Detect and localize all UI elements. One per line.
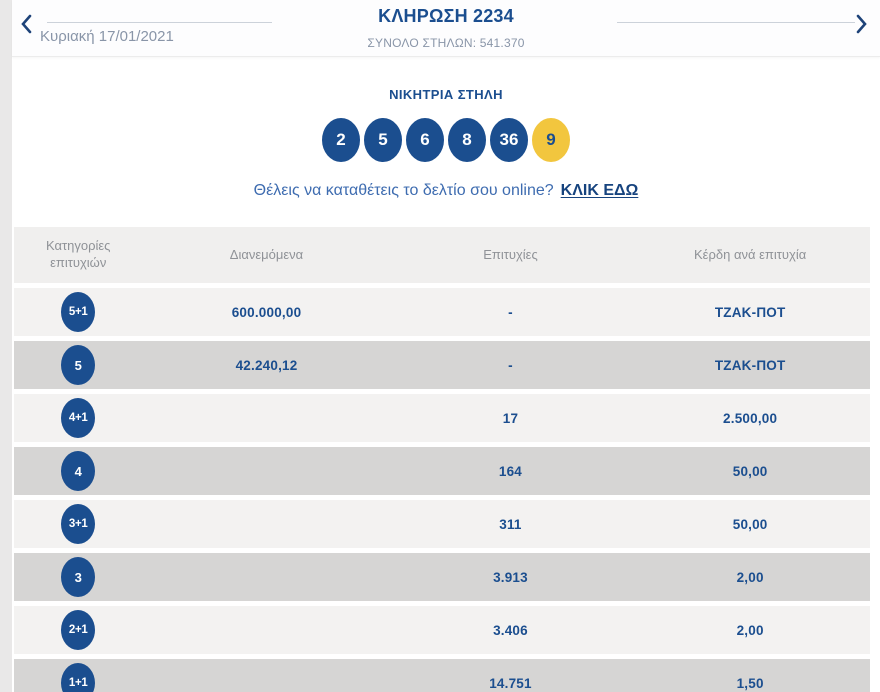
category-cell: 5+1	[14, 292, 142, 332]
category-badge: 1+1	[61, 663, 96, 692]
tzoker-draw-results-page: ΚΛΗΡΩΣΗ 2234 ΣΥΝΟΛΟ ΣΤΗΛΩΝ: 541.370 Κυρι…	[0, 0, 880, 692]
category-cell: 1+1	[14, 663, 142, 692]
winners-value: 164	[498, 463, 523, 479]
category-badge: 2+1	[61, 610, 96, 650]
category-badge: 3+1	[61, 504, 96, 544]
table-row: 2+1 3.406 2,00	[14, 606, 870, 654]
category-cell: 4	[14, 451, 142, 491]
column-header-categories: Κατηγορίες επιτυχιών	[45, 238, 111, 270]
page-left-gutter	[0, 0, 12, 692]
prize-value: 2,00	[736, 569, 764, 585]
table-row: 4+1 17 2.500,00	[14, 394, 870, 442]
category-badge: 3	[61, 557, 96, 597]
column-header-winners: Επιτυχίες	[483, 246, 538, 262]
cta-text: Θέλεις να καταθέτεις το δελτίο σου onlin…	[253, 182, 554, 199]
winners-value: 311	[499, 516, 522, 532]
table-row: 3+1 311 50,00	[14, 500, 870, 548]
table-row: 4 164 50,00	[14, 447, 870, 495]
distributed-value: 600.000,00	[231, 304, 302, 320]
winning-number-ball: 2	[322, 118, 360, 162]
category-cell: 2+1	[14, 610, 142, 650]
category-badge: 5+1	[61, 292, 96, 332]
prize-value: 2.500,00	[723, 410, 778, 426]
category-badge: 5	[61, 345, 96, 385]
winning-numbers: 2 5 6 8 36 9	[12, 118, 880, 162]
joker-number-ball: 9	[532, 118, 570, 162]
winning-number-ball: 5	[364, 118, 402, 162]
draw-title: ΚΛΗΡΩΣΗ 2234	[378, 6, 514, 26]
column-header-prize: Κέρδη ανά επιτυχία	[694, 246, 807, 262]
category-badge: 4+1	[61, 398, 96, 438]
draw-date: Κυριακή 17/01/2021	[40, 28, 174, 45]
chevron-right-icon	[856, 14, 867, 34]
category-cell: 3+1	[14, 504, 142, 544]
winners-value: 17	[502, 410, 519, 426]
cta-link[interactable]: ΚΛΙΚ ΕΔΩ	[561, 182, 639, 199]
results-table: Κατηγορίες επιτυχιών Διανεμόμενα Επιτυχί…	[14, 227, 870, 692]
category-cell: 4+1	[14, 398, 142, 438]
next-draw-button[interactable]	[850, 11, 874, 37]
prize-value: 50,00	[732, 463, 768, 479]
winning-number-ball: 8	[448, 118, 486, 162]
winners-value: 3.913	[493, 569, 528, 585]
distributed-value: 42.240,12	[235, 357, 298, 373]
category-cell: 5	[14, 345, 142, 385]
category-badge: 4	[61, 451, 96, 491]
prize-value: 1,50	[736, 675, 764, 691]
page-content: ΚΛΗΡΩΣΗ 2234 ΣΥΝΟΛΟ ΣΤΗΛΩΝ: 541.370 Κυρι…	[12, 0, 880, 692]
prize-value: 2,00	[736, 622, 764, 638]
table-row: 5 42.240,12 - ΤΖΑΚ-ΠΟΤ	[14, 341, 870, 389]
winning-number-ball: 36	[490, 118, 528, 162]
winners-value: -	[508, 357, 513, 373]
prize-value: 50,00	[732, 516, 768, 532]
table-row: 5+1 600.000,00 - ΤΖΑΚ-ΠΟΤ	[14, 288, 870, 336]
winning-column-title: ΝΙΚΗΤΡΙΑ ΣΤΗΛΗ	[389, 87, 503, 102]
table-row: 3 3.913 2,00	[14, 553, 870, 601]
draw-main: ΝΙΚΗΤΡΙΑ ΣΤΗΛΗ 2 5 6 8 36 9 Θέλεις να καταθέτ…	[12, 87, 880, 692]
cta-line: Θέλεις να καταθέτεις το δελτίο σου onlin…	[12, 182, 880, 200]
category-cell: 3	[14, 557, 142, 597]
results-header-row: Κατηγορίες επιτυχιών Διανεμόμενα Επιτυχί…	[14, 227, 870, 283]
prize-value: ΤΖΑΚ-ΠΟΤ	[714, 304, 786, 320]
winners-value: 14.751	[489, 675, 532, 691]
results-rows: 5+1 600.000,00 - ΤΖΑΚ-ΠΟΤ 5 42.240,12 - …	[14, 288, 870, 692]
prize-value: ΤΖΑΚ-ΠΟΤ	[714, 357, 786, 373]
winners-value: -	[508, 304, 513, 320]
table-row: 1+1 14.751 1,50	[14, 659, 870, 692]
winners-value: 3.406	[493, 622, 528, 638]
column-header-distributed: Διανεμόμενα	[229, 246, 304, 262]
winning-number-ball: 6	[406, 118, 444, 162]
draw-header: ΚΛΗΡΩΣΗ 2234 ΣΥΝΟΛΟ ΣΤΗΛΩΝ: 541.370 Κυρι…	[12, 0, 880, 57]
